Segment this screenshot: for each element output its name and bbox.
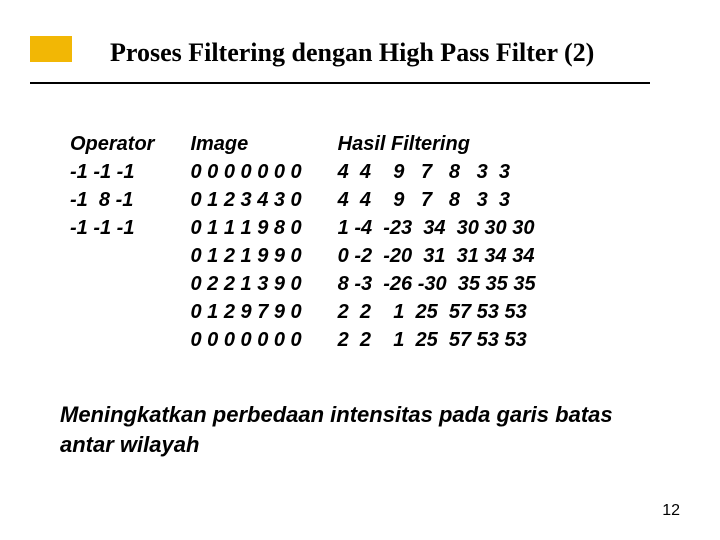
image-block: Image 0 0 0 0 0 0 0 0 1 2 3 4 3 0 0 1 1 … [190,130,301,354]
operator-block: Operator -1 -1 -1 -1 8 -1 -1 -1 -1 [70,130,154,354]
accent-box [30,36,72,62]
content-columns: Operator -1 -1 -1 -1 8 -1 -1 -1 -1 Image… [70,130,536,354]
title-underline [30,82,650,84]
page-number: 12 [662,502,680,520]
result-block: Hasil Filtering 4 4 9 7 8 3 3 4 4 9 7 8 … [338,130,536,354]
slide-title: Proses Filtering dengan High Pass Filter… [110,38,594,68]
slide: Proses Filtering dengan High Pass Filter… [0,0,720,540]
caption-text: Meningkatkan perbedaan intensitas pada g… [60,400,660,459]
